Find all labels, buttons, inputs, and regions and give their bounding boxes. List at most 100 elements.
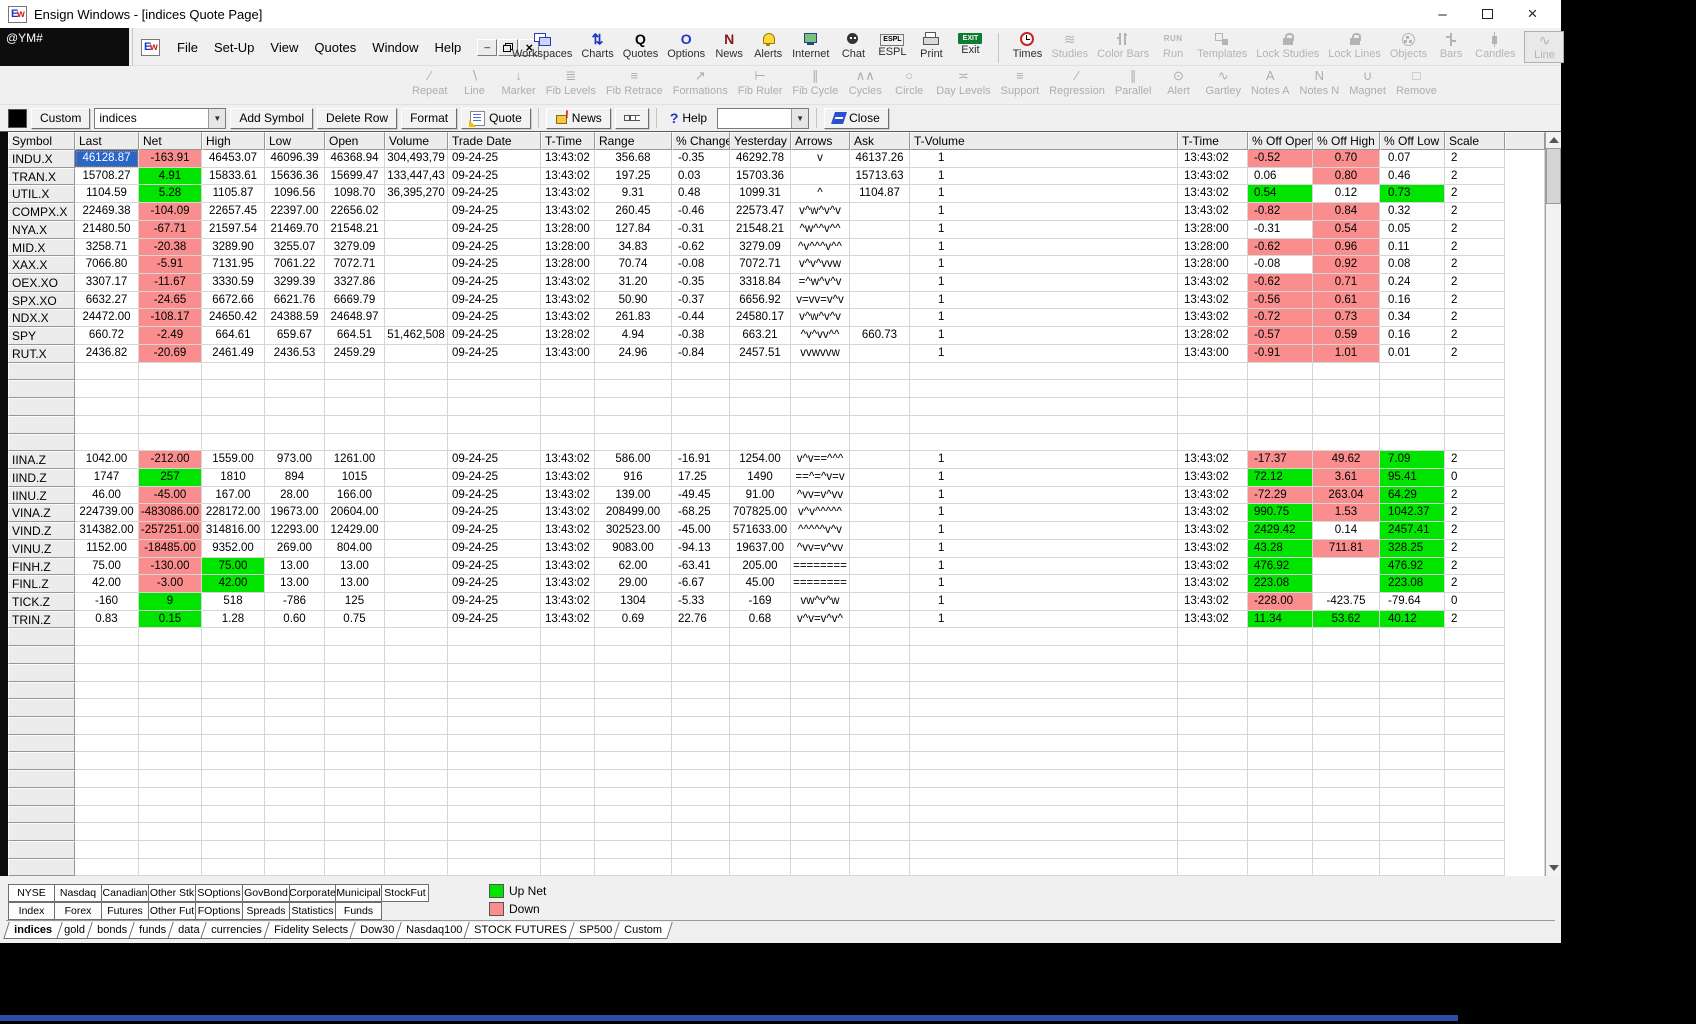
quote-cell[interactable]: -0.62 [1248, 239, 1313, 257]
quote-cell[interactable]: 3289.90 [202, 239, 265, 257]
quote-cell[interactable]: 21469.70 [265, 221, 325, 239]
quote-cell[interactable]: -0.82 [1248, 203, 1313, 221]
quote-cell[interactable]: 0.54 [1313, 221, 1380, 239]
quote-cell[interactable] [1248, 628, 1313, 646]
quote-cell[interactable]: 22573.47 [730, 203, 791, 221]
quote-cell[interactable] [1380, 735, 1445, 753]
quote-cell[interactable] [325, 664, 385, 682]
column-header-t-volume[interactable]: T-Volume [910, 132, 1178, 150]
quote-cell[interactable] [850, 628, 910, 646]
quote-cell[interactable] [850, 752, 910, 770]
quote-cell[interactable]: 2 [1445, 150, 1505, 168]
quote-cell[interactable] [202, 628, 265, 646]
quote-cell[interactable]: 1 [910, 256, 1178, 274]
quote-cell[interactable]: 2 [1445, 274, 1505, 292]
quote-cell[interactable]: 13:43:02 [1178, 575, 1248, 593]
quote-cell[interactable]: 62.00 [595, 558, 672, 576]
quote-cell[interactable]: 24388.59 [265, 309, 325, 327]
quote-cell[interactable] [1178, 788, 1248, 806]
quote-cell[interactable]: 15833.61 [202, 168, 265, 186]
quote-cell[interactable] [910, 363, 1178, 381]
category-tab-stockfut[interactable]: StockFut [382, 884, 429, 902]
quote-cell[interactable] [595, 398, 672, 416]
quote-cell[interactable]: 197.25 [595, 168, 672, 186]
quote-cell[interactable]: 13:43:02 [1178, 522, 1248, 540]
quote-cell[interactable]: 15713.63 [850, 168, 910, 186]
options-button[interactable]: OOptions [667, 31, 705, 61]
quote-cell[interactable] [791, 628, 850, 646]
quote-cell[interactable] [265, 664, 325, 682]
quote-cell[interactable] [672, 682, 730, 700]
quote-cell[interactable] [448, 717, 541, 735]
row-symbol[interactable] [8, 770, 75, 788]
quote-cell[interactable]: 7131.95 [202, 256, 265, 274]
quote-cell[interactable] [448, 699, 541, 717]
quote-cell[interactable]: 13:43:02 [1178, 611, 1248, 629]
quote-cell[interactable]: 13:43:00 [541, 345, 595, 363]
quote-cell[interactable] [541, 646, 595, 664]
quote-cell[interactable] [791, 434, 850, 452]
quote-cell[interactable]: -5.91 [139, 256, 202, 274]
quote-cell[interactable] [910, 841, 1178, 859]
quote-cell[interactable] [448, 841, 541, 859]
quote-cell[interactable]: 09-24-25 [448, 274, 541, 292]
column-header-ask[interactable]: Ask [850, 132, 910, 150]
quote-cell[interactable]: 34.83 [595, 239, 672, 257]
quote-cell[interactable] [265, 398, 325, 416]
quote-cell[interactable] [202, 806, 265, 824]
times-button[interactable]: Times [1012, 31, 1042, 61]
category-tab-funds[interactable]: Funds [336, 902, 382, 920]
category-tab-spreads[interactable]: Spreads [243, 902, 290, 920]
quote-cell[interactable] [202, 664, 265, 682]
quote-cell[interactable]: 0.71 [1313, 274, 1380, 292]
quote-cell[interactable]: v^v^^^^^ [791, 504, 850, 522]
column-header-yesterday[interactable]: Yesterday [730, 132, 791, 150]
quote-cell[interactable]: 13:43:02 [541, 487, 595, 505]
quote-cell[interactable] [1313, 628, 1380, 646]
quote-cell[interactable]: 1096.56 [265, 185, 325, 203]
quote-cell[interactable] [850, 770, 910, 788]
quote-cell[interactable]: 1 [910, 150, 1178, 168]
quote-cell[interactable] [730, 664, 791, 682]
quote-cell[interactable]: vvwvvw [791, 345, 850, 363]
quote-cell[interactable]: 09-24-25 [448, 221, 541, 239]
quote-cell[interactable]: 15708.27 [75, 168, 139, 186]
quote-cell[interactable] [75, 806, 139, 824]
keypad-button[interactable] [615, 108, 649, 129]
quote-cell[interactable] [202, 416, 265, 434]
quote-cell[interactable]: 314816.00 [202, 522, 265, 540]
quote-cell[interactable] [265, 363, 325, 381]
quote-cell[interactable]: 2 [1445, 221, 1505, 239]
quote-cell[interactable] [75, 398, 139, 416]
quote-cell[interactable] [595, 646, 672, 664]
quote-cell[interactable] [448, 752, 541, 770]
quote-cell[interactable]: 13:43:02 [541, 522, 595, 540]
row-symbol[interactable]: COMPX.X [8, 203, 75, 221]
quote-cell[interactable] [791, 717, 850, 735]
quote-cell[interactable] [385, 859, 448, 877]
quote-cell[interactable] [385, 575, 448, 593]
category-tab-govbond[interactable]: GovBond [243, 884, 290, 902]
help-button[interactable]: ?Help [664, 110, 713, 126]
quote-cell[interactable] [385, 292, 448, 310]
quote-cell[interactable] [139, 788, 202, 806]
quote-cell[interactable] [139, 859, 202, 877]
quote-cell[interactable] [139, 752, 202, 770]
quote-cell[interactable]: -45.00 [672, 522, 730, 540]
quote-cell[interactable]: -67.71 [139, 221, 202, 239]
quote-cell[interactable] [75, 380, 139, 398]
quote-cell[interactable]: 0.80 [1313, 168, 1380, 186]
quote-cell[interactable] [730, 416, 791, 434]
category-tab-other-fut[interactable]: Other Fut [149, 902, 196, 920]
quote-cell[interactable]: 13:43:02 [541, 451, 595, 469]
quote-cell[interactable]: 13:43:02 [541, 292, 595, 310]
quote-cell[interactable] [325, 682, 385, 700]
quote-cell[interactable] [1445, 646, 1505, 664]
quote-cell[interactable]: 3.61 [1313, 469, 1380, 487]
quote-cell[interactable] [202, 859, 265, 877]
sheet-tab-stock-futures[interactable]: STOCK FUTURES [464, 922, 578, 939]
quote-cell[interactable]: ^ [791, 185, 850, 203]
quote-cell[interactable]: -0.56 [1248, 292, 1313, 310]
quote-cell[interactable]: 0.07 [1380, 150, 1445, 168]
quote-cell[interactable]: 75.00 [75, 558, 139, 576]
